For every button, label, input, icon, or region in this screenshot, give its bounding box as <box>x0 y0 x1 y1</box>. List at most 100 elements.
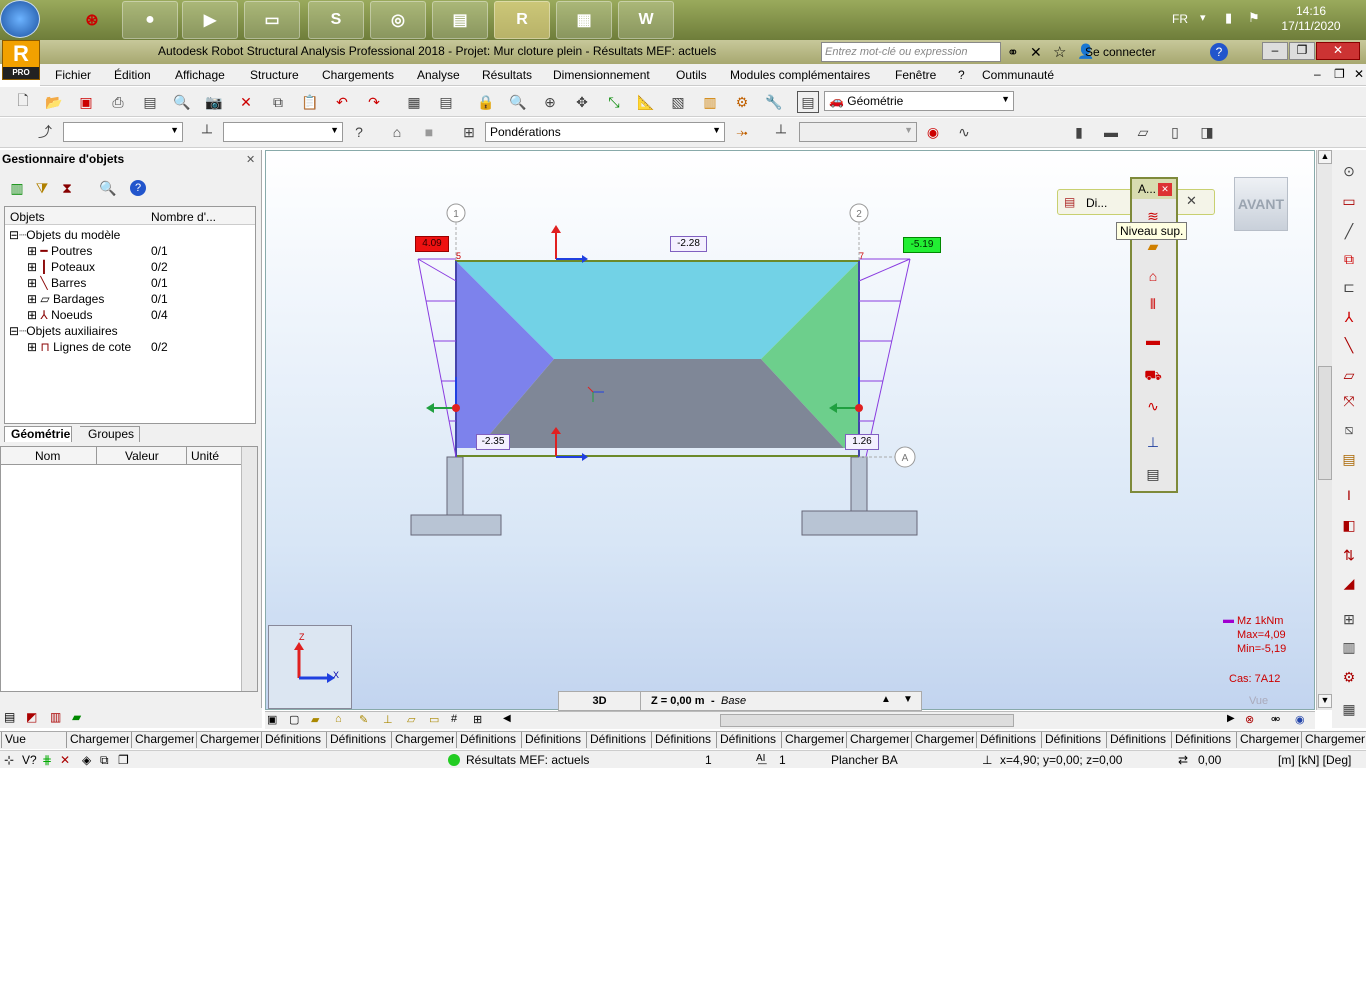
tab-groupes[interactable]: Groupes <box>80 426 140 442</box>
menu-help[interactable]: ? <box>958 68 965 82</box>
calc-icon[interactable]: ⚙ <box>1338 666 1360 688</box>
deformation-results-icon[interactable]: ∿ <box>1142 395 1164 417</box>
display-icon[interactable]: ◈ <box>82 753 91 767</box>
language-indicator[interactable]: FR <box>1172 12 1188 26</box>
view-home-icon[interactable]: ⌂ <box>335 713 342 725</box>
view-tab[interactable]: Chargement <box>1236 732 1299 748</box>
column-icon[interactable]: ▮ <box>1068 121 1090 143</box>
support-tool-icon[interactable]: ⧉ <box>1338 248 1360 270</box>
view-tab[interactable]: Chargement <box>781 732 844 748</box>
arrow-load-icon[interactable]: ⤧ <box>1338 390 1360 412</box>
bar-select-icon[interactable]: ┴ <box>196 121 218 143</box>
slab-tool-icon[interactable]: ▱ <box>1338 364 1360 386</box>
section-icon[interactable]: ▰ <box>72 710 81 724</box>
column-results-icon[interactable]: ⫴ <box>1142 293 1164 315</box>
minimize-button[interactable]: – <box>1262 42 1288 60</box>
delete-icon[interactable]: ✕ <box>235 91 257 113</box>
star-icon[interactable]: ☆ <box>1053 43 1066 61</box>
cable-icon[interactable]: ◢ <box>1338 572 1360 594</box>
view-tab[interactable]: Définitions d <box>651 732 714 748</box>
mdi-close-button[interactable]: ✕ <box>1354 67 1364 81</box>
bar-selection-input[interactable]: ▼ <box>223 122 343 142</box>
battery-icon[interactable]: ▮ <box>1225 10 1232 26</box>
props-col-nom[interactable]: Nom <box>35 449 60 463</box>
menu-communaute[interactable]: Communauté <box>982 68 1054 82</box>
view-tab[interactable]: Définitions d <box>586 732 649 748</box>
tree-aux-group[interactable]: ⊟┈Objets auxiliaires <box>9 324 118 338</box>
paste-icon[interactable]: 📋 <box>299 91 321 113</box>
thickness-icon[interactable]: ◧ <box>1338 514 1360 536</box>
viewer-icon[interactable]: ◉ <box>1295 713 1305 726</box>
view-tab[interactable]: Définitions d <box>1106 732 1169 748</box>
expand-icon[interactable]: ⊞ <box>27 276 37 290</box>
table-edit-icon[interactable]: ▤ <box>435 91 457 113</box>
menu-dimensionnement[interactable]: Dimensionnement <box>553 68 650 82</box>
view-tab[interactable]: Chargement <box>196 732 259 748</box>
view-grid-icon[interactable]: ⊞ <box>473 713 482 726</box>
release-icon[interactable]: ⊗ <box>1245 713 1254 726</box>
view-3d-icon[interactable]: ▣ <box>267 713 277 726</box>
expand-icon[interactable]: ⊞ <box>27 244 37 258</box>
measure-icon[interactable]: 📐 <box>635 91 657 113</box>
link-icon[interactable]: ⚮ <box>1271 713 1280 726</box>
tree-item-lignes-cote[interactable]: ⊞ ⊓ Lignes de cote <box>27 340 131 354</box>
clear-filter-icon[interactable]: ⧗ <box>56 177 78 199</box>
panel-help-icon[interactable]: ? <box>130 180 146 196</box>
tab-geometrie[interactable]: Géométrie <box>4 426 72 442</box>
floating-close-icon[interactable]: ✕ <box>1158 183 1172 196</box>
menu-outils[interactable]: Outils <box>676 68 707 82</box>
deformation-icon[interactable]: ∿ <box>953 121 975 143</box>
mdi-restore-button[interactable]: ❐ <box>1334 67 1345 81</box>
view-axes-icon[interactable]: ⊥ <box>383 713 393 726</box>
beam-results-icon[interactable]: ▬ <box>1142 329 1164 351</box>
view-tab[interactable]: Définitions d <box>326 732 389 748</box>
view-tab[interactable]: Définitions d <box>261 732 324 748</box>
design-icon[interactable]: ⚙ <box>731 91 753 113</box>
view-mode-3d[interactable]: 3D <box>559 692 641 710</box>
material-icon[interactable]: ▤ <box>1338 448 1360 470</box>
expand-icon[interactable]: ⊞ <box>27 308 37 322</box>
binoculars-icon[interactable]: ⚭ <box>1007 44 1019 61</box>
view-tab[interactable]: Définitions d <box>1041 732 1104 748</box>
case-select-icon[interactable]: ? <box>348 121 370 143</box>
tree-item-poutres[interactable]: ⊞ ━ Poutres <box>27 244 92 258</box>
grid-tool-icon[interactable]: ▥ <box>1338 636 1360 658</box>
panel-close-icon[interactable]: ✕ <box>246 153 255 166</box>
view-tab-vue[interactable]: Vue <box>1 732 64 748</box>
hscroll-thumb[interactable] <box>720 714 1014 727</box>
pan-icon[interactable]: ✥ <box>571 91 593 113</box>
case-list-icon[interactable]: ■ <box>418 121 440 143</box>
collapse-icon[interactable]: ⊟ <box>9 324 19 338</box>
screen-capture-icon[interactable]: 📷 <box>203 91 225 113</box>
print-icon[interactable]: ⎙ <box>107 91 129 113</box>
home-results-icon[interactable]: ⌂ <box>1142 265 1164 287</box>
results-map-icon[interactable]: ◉ <box>922 121 944 143</box>
tree-icon[interactable]: ▥ <box>6 177 28 199</box>
app-logo[interactable]: R PRO <box>2 40 40 80</box>
viewport-vertical-scrollbar[interactable]: ▲ ▼ <box>1316 150 1332 710</box>
node-select-icon[interactable]: ⤴ <box>34 121 56 143</box>
hatch-icon[interactable]: ▧ <box>667 91 689 113</box>
revit-icon[interactable]: R <box>494 1 550 39</box>
open-file-icon[interactable]: 📂 <box>43 91 65 113</box>
menu-affichage[interactable]: Affichage <box>175 68 225 82</box>
zoom-icon[interactable]: 🔍 <box>507 91 529 113</box>
undo-icon[interactable]: ↶ <box>331 91 353 113</box>
tree-item-bardages[interactable]: ⊞ ▱ Bardages <box>27 292 104 306</box>
units[interactable]: [m] [kN] [Deg] <box>1278 753 1351 767</box>
col-count-header[interactable]: Nombre d'... <box>151 210 216 224</box>
mode-icon[interactable]: ┴ <box>770 121 792 143</box>
view-tab[interactable]: Définitions d <box>716 732 779 748</box>
props-scrollbar[interactable] <box>241 447 257 691</box>
ponderation-icon[interactable]: ⊞ <box>458 121 480 143</box>
disc-icon[interactable]: ◎ <box>370 1 426 39</box>
view-tab[interactable]: Chargement <box>391 732 454 748</box>
props-col-unite[interactable]: Unité <box>191 449 219 463</box>
winrar-icon[interactable]: ▤ <box>432 1 488 39</box>
layout-select[interactable]: 🚗 Géométrie ▼ <box>824 91 1014 111</box>
clock[interactable]: 14:16 17/11/2020 <box>1280 4 1342 34</box>
print-composition-icon[interactable]: 🔍 <box>171 91 193 113</box>
home-case-icon[interactable]: ⌂ <box>386 121 408 143</box>
wall-icon[interactable]: ▯ <box>1164 121 1186 143</box>
redo-icon[interactable]: ↷ <box>363 91 385 113</box>
